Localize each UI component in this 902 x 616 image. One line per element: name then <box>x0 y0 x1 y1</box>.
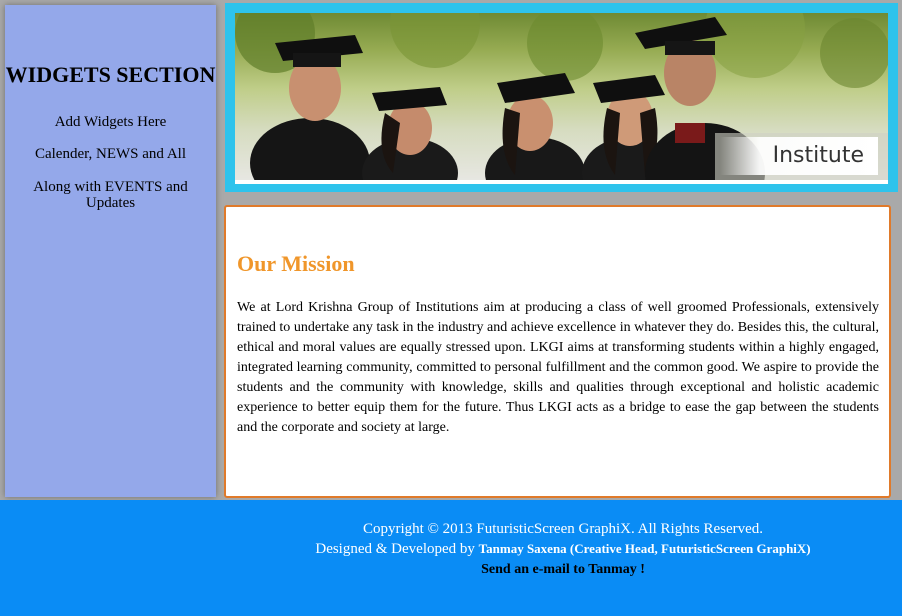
mission-panel: Our Mission We at Lord Krishna Group of … <box>224 205 891 498</box>
banner-frame: Institute <box>225 3 898 192</box>
banner-institute-label: Institute <box>720 137 878 175</box>
footer: Copyright © 2013 FuturisticScreen Graphi… <box>0 500 902 616</box>
sidebar-line: Calender, NEWS and All <box>34 146 187 162</box>
mission-heading: Our Mission <box>237 251 355 276</box>
widgets-sidebar: WIDGETS SECTION Add Widgets Here Calende… <box>5 5 216 497</box>
mission-text: We at Lord Krishna Group of Institutions… <box>237 300 879 435</box>
email-link[interactable]: Send an e-mail to Tanmay ! <box>0 561 902 579</box>
sidebar-line: Add Widgets Here <box>54 114 167 130</box>
footer-credits: Designed & Developed by Tanmay Saxena (C… <box>0 539 902 559</box>
footer-designed-prefix: Designed & Developed by <box>315 541 475 557</box>
sidebar-title: WIDGETS SECTION <box>5 62 216 87</box>
footer-designer-name: Tanmay Saxena (Creative Head, Futuristic… <box>478 541 811 556</box>
banner-image: Institute <box>235 13 888 184</box>
footer-copyright: Copyright © 2013 FuturisticScreen Graphi… <box>362 521 764 537</box>
sidebar-line: Along with EVENTS and Updates <box>33 179 188 211</box>
